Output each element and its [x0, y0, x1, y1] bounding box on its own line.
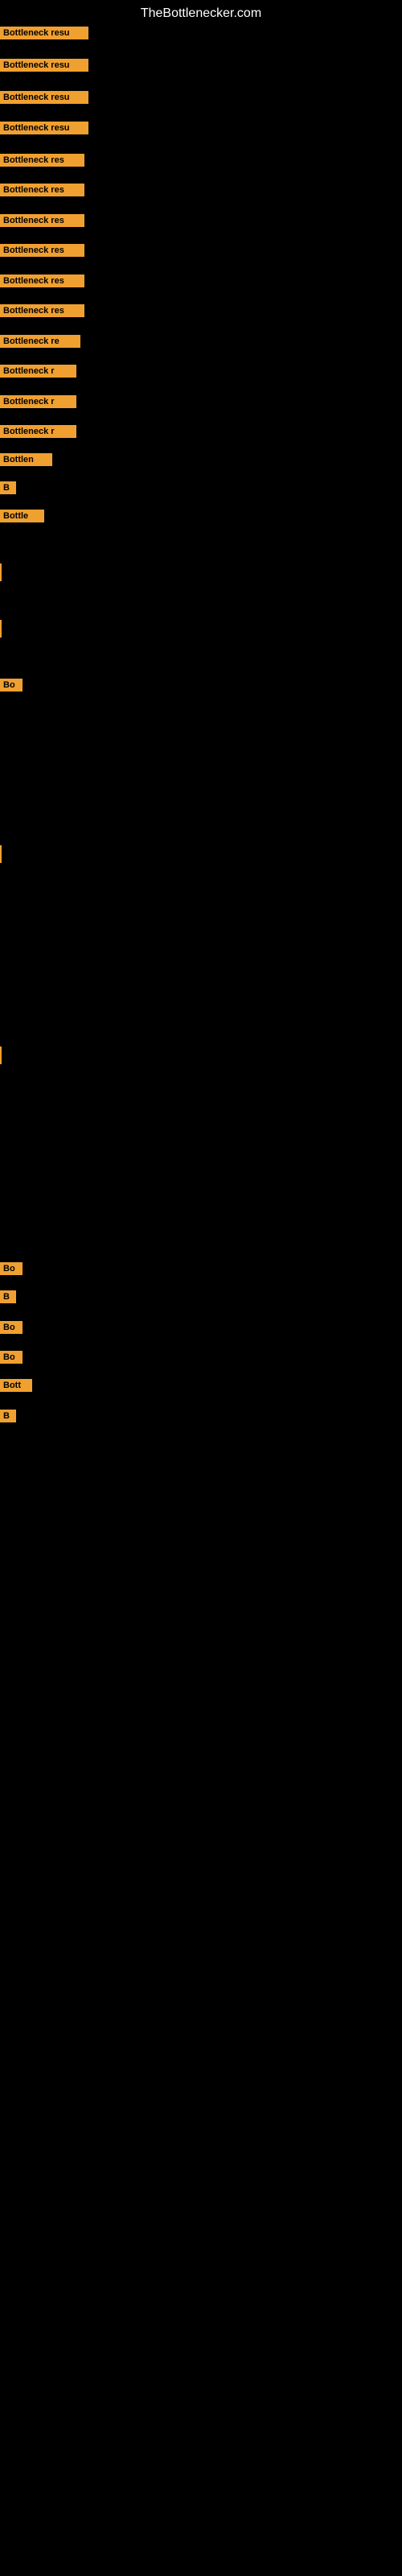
bar-label-9: Bottleneck res	[0, 304, 84, 317]
bar-row-13: Bottleneck r	[0, 423, 76, 440]
bar-label-25: Bo	[0, 1351, 23, 1364]
bar-label-11: Bottleneck r	[0, 365, 76, 378]
bar-row-5: Bottleneck res	[0, 181, 84, 199]
bar-row-6: Bottleneck res	[0, 212, 84, 229]
bar-label-6: Bottleneck res	[0, 214, 84, 227]
bar-row-18	[0, 620, 2, 638]
bar-label-1: Bottleneck resu	[0, 59, 88, 72]
bar-label-15: B	[0, 481, 16, 494]
bar-label-5: Bottleneck res	[0, 184, 84, 196]
bar-row-15: B	[0, 479, 16, 497]
bar-line-18	[0, 620, 2, 638]
bar-row-22: Bo	[0, 1260, 23, 1278]
bar-label-7: Bottleneck res	[0, 244, 84, 257]
bar-row-0: Bottleneck resu	[0, 24, 88, 42]
bar-row-16: Bottle	[0, 507, 44, 525]
bar-row-17	[0, 564, 2, 581]
bar-row-3: Bottleneck resu	[0, 119, 88, 137]
bar-label-14: Bottlen	[0, 453, 52, 466]
bar-label-13: Bottleneck r	[0, 425, 76, 438]
bar-label-26: Bott	[0, 1379, 32, 1392]
bar-label-23: B	[0, 1290, 16, 1303]
bar-label-12: Bottleneck r	[0, 395, 76, 408]
bar-label-16: Bottle	[0, 510, 44, 522]
bar-label-22: Bo	[0, 1262, 23, 1275]
bar-row-24: Bo	[0, 1319, 23, 1336]
site-title: TheBottlenecker.com	[0, 0, 402, 27]
bar-line-21	[0, 1046, 2, 1064]
bar-line-17	[0, 564, 2, 581]
bar-row-27: B	[0, 1407, 16, 1425]
bar-label-10: Bottleneck re	[0, 335, 80, 348]
bar-line-20	[0, 845, 2, 863]
bar-row-20	[0, 845, 2, 863]
bar-label-8: Bottleneck res	[0, 275, 84, 287]
bar-row-2: Bottleneck resu	[0, 89, 88, 106]
bar-row-4: Bottleneck res	[0, 151, 84, 169]
bar-label-0: Bottleneck resu	[0, 27, 88, 39]
bar-row-11: Bottleneck r	[0, 362, 76, 380]
bar-row-14: Bottlen	[0, 451, 52, 469]
bar-row-7: Bottleneck res	[0, 242, 84, 259]
bar-row-1: Bottleneck resu	[0, 56, 88, 74]
bar-row-19: Bo	[0, 676, 23, 694]
bar-label-24: Bo	[0, 1321, 23, 1334]
bar-row-26: Bott	[0, 1377, 32, 1394]
bar-label-27: B	[0, 1410, 16, 1422]
bar-row-10: Bottleneck re	[0, 332, 80, 350]
bar-label-2: Bottleneck resu	[0, 91, 88, 104]
bar-label-19: Bo	[0, 679, 23, 691]
bar-row-21	[0, 1046, 2, 1064]
bar-row-25: Bo	[0, 1348, 23, 1366]
bar-label-3: Bottleneck resu	[0, 122, 88, 134]
bar-row-23: B	[0, 1288, 16, 1306]
bar-label-4: Bottleneck res	[0, 154, 84, 167]
bar-row-12: Bottleneck r	[0, 393, 76, 411]
bar-row-8: Bottleneck res	[0, 272, 84, 290]
bar-row-9: Bottleneck res	[0, 302, 84, 320]
